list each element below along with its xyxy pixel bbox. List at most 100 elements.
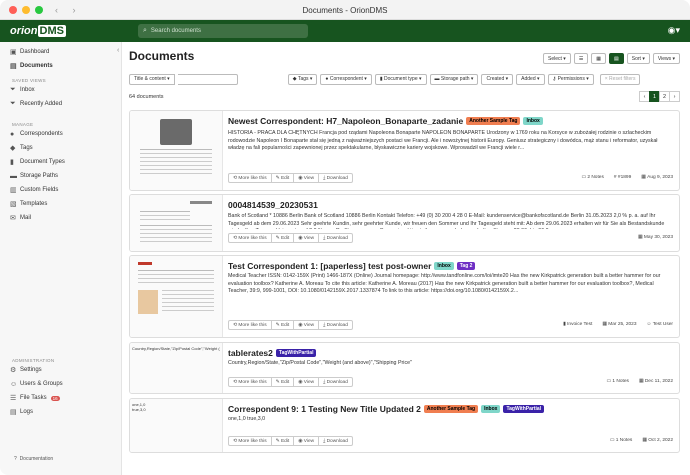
meta-item: ☺ Test User	[646, 322, 674, 327]
tag-badge[interactable]: Inbox	[523, 117, 543, 125]
documentation-link[interactable]: ? Documentation	[14, 456, 53, 462]
global-search-input[interactable]: ⌕ Search documents	[138, 24, 308, 38]
document-card[interactable]: Country,Region/State,"Zip/Postal Code","…	[129, 342, 680, 394]
more-like-this-button[interactable]: ⟲ More like this	[228, 233, 272, 243]
sidebar-item-custom-fields[interactable]: ▥ Custom Fields	[0, 183, 121, 197]
tag-badge[interactable]: Inbox	[481, 405, 501, 413]
tag-badge[interactable]: TagWithPartial	[275, 349, 317, 357]
view-button[interactable]: ◉ View	[293, 173, 320, 183]
document-card[interactable]: one,1,0 true,3,0 Correspondent 9: 1 Testi…	[129, 398, 680, 453]
document-title[interactable]: Newest Correspondent: H7_Napoleon_Bonapa…	[228, 116, 463, 126]
more-like-this-button[interactable]: ⟲ More like this	[228, 377, 272, 387]
sidebar-item-correspondents[interactable]: ● Correspondents	[0, 127, 121, 141]
document-type-filter[interactable]: ▮ Document type ▾	[374, 73, 427, 85]
document-metadata: ▭ 1 Notes ▦ Dec 11, 2022	[607, 379, 673, 384]
sidebar-item-label: Storage Paths	[20, 173, 59, 179]
tag-badge[interactable]: Tag 2	[456, 262, 476, 270]
file-icon: ▮	[10, 159, 14, 166]
sidebar-item-settings[interactable]: ⚙ Settings	[0, 363, 121, 377]
document-thumbnail[interactable]: one,1,0 true,3,0	[130, 399, 223, 452]
download-button[interactable]: ⤓ Download	[318, 377, 353, 387]
sidebar-item-label: Recently Added	[20, 101, 63, 107]
template-icon: ▧	[10, 201, 17, 208]
view-button[interactable]: ◉ View	[293, 436, 320, 446]
sidebar-item-documents[interactable]: ▤ Documents	[0, 59, 121, 73]
more-like-this-button[interactable]: ⟲ More like this	[228, 173, 272, 183]
edit-button[interactable]: ✎ Edit	[270, 436, 295, 446]
file-icon: ▮	[379, 76, 383, 82]
document-card[interactable]: Newest Correspondent: H7_Napoleon_Bonapa…	[129, 110, 680, 191]
document-title-row: Correspondent 9: 1 Testing New Title Upd…	[228, 404, 545, 414]
sidebar-item-storage-paths[interactable]: ▬ Storage Paths	[0, 169, 121, 183]
correspondent-filter[interactable]: ● Correspondent ▾	[320, 73, 372, 85]
help-icon: ?	[14, 456, 17, 462]
download-button[interactable]: ⤓ Download	[318, 233, 353, 243]
sidebar-item-label: Document Types	[20, 159, 65, 165]
search-placeholder: Search documents	[150, 28, 201, 34]
folder-icon: ▬	[434, 76, 440, 82]
document-content-preview: HISTORIA - PRACA DLA CHĘTNYCH Francja po…	[228, 130, 658, 151]
added-filter[interactable]: Added ▾	[516, 73, 545, 85]
tag-badge[interactable]: TagWithPartial	[503, 405, 545, 413]
tags-filter[interactable]: ◆ Tags ▾	[287, 73, 318, 85]
filter-text-input[interactable]	[177, 73, 238, 85]
sidebar-item-tags[interactable]: ◆ Tags	[0, 141, 121, 155]
document-card[interactable]: Test Correspondent 1: [paperless] test p…	[129, 255, 680, 338]
document-title[interactable]: 0004814539_20230531	[228, 200, 318, 210]
document-thumbnail[interactable]	[130, 256, 223, 337]
view-button[interactable]: ◉ View	[293, 320, 320, 330]
tasks-icon: ☰	[10, 395, 17, 402]
edit-button[interactable]: ✎ Edit	[270, 233, 295, 243]
document-content-preview: Country,Region/State,"Zip/Postal Code","…	[228, 360, 412, 366]
document-title-row: 0004814539_20230531	[228, 200, 318, 210]
edit-button[interactable]: ✎ Edit	[270, 377, 295, 387]
download-button[interactable]: ⤓ Download	[318, 436, 353, 446]
storage-path-filter[interactable]: ▬ Storage path ▾	[429, 73, 479, 85]
sidebar-item-document-types[interactable]: ▮ Document Types	[0, 155, 121, 169]
document-title[interactable]: Correspondent 9: 1 Testing New Title Upd…	[228, 404, 421, 414]
sidebar-item-file-tasks[interactable]: ☰ File Tasks 16	[0, 391, 121, 405]
next-page-button[interactable]: ›	[669, 91, 680, 102]
small-cards-view-icon[interactable]: ▦	[591, 53, 607, 64]
edit-button[interactable]: ✎ Edit	[270, 320, 295, 330]
select-button[interactable]: Select ▾	[543, 53, 571, 64]
edit-button[interactable]: ✎ Edit	[270, 173, 295, 183]
sidebar-item-recently-added[interactable]: ⏷ Recently Added	[0, 97, 121, 111]
app-logo[interactable]: orion DMS	[10, 25, 70, 37]
views-button[interactable]: Views ▾	[652, 53, 680, 64]
tag-badge[interactable]: Another Sample Tag	[466, 117, 521, 125]
document-title[interactable]: tablerates2	[228, 348, 273, 358]
document-thumbnail[interactable]	[130, 111, 223, 190]
reset-filters-button[interactable]: × Reset filters	[599, 73, 641, 85]
tag-badge[interactable]: Another Sample Tag	[423, 405, 479, 413]
large-cards-view-icon[interactable]: ▤	[609, 53, 624, 64]
permissions-filter[interactable]: ⚷ Permissions ▾	[547, 73, 594, 85]
tag-badge[interactable]: Inbox	[434, 262, 454, 270]
created-filter[interactable]: Created ▾	[481, 73, 514, 85]
sort-button[interactable]: Sort ▾	[626, 53, 650, 64]
download-button[interactable]: ⤓ Download	[318, 320, 353, 330]
sidebar-item-label: Templates	[20, 201, 48, 207]
download-button[interactable]: ⤓ Download	[318, 173, 353, 183]
user-circle-icon[interactable]: ◉▾	[668, 25, 680, 36]
sidebar-item-mail[interactable]: ✉ Mail	[0, 211, 121, 225]
table-view-icon[interactable]: ☰	[573, 53, 589, 64]
collapse-sidebar-icon[interactable]: ‹	[117, 47, 119, 54]
document-title[interactable]: Test Correspondent 1: [paperless] test p…	[228, 261, 431, 271]
sidebar-item-logs[interactable]: ▤ Logs	[0, 405, 121, 419]
document-card[interactable]: 0004814539_20230531 Bank of Scotland * 10…	[129, 194, 680, 252]
document-thumbnail[interactable]	[130, 195, 223, 251]
meta-item: ▦ Mar 25, 2023	[602, 322, 637, 327]
document-thumbnail[interactable]: Country,Region/State,"Zip/Postal Code","…	[130, 343, 223, 393]
view-button[interactable]: ◉ View	[293, 377, 320, 387]
document-metadata: ▦ May 30, 2023	[638, 235, 673, 240]
more-like-this-button[interactable]: ⟲ More like this	[228, 436, 272, 446]
sidebar-item-templates[interactable]: ▧ Templates	[0, 197, 121, 211]
title-content-dropdown[interactable]: Title & content ▾	[129, 73, 175, 85]
more-like-this-button[interactable]: ⟲ More like this	[228, 320, 272, 330]
sidebar-item-inbox[interactable]: ⏷ Inbox	[0, 83, 121, 97]
sidebar-item-dashboard[interactable]: ▣ Dashboard	[0, 45, 121, 59]
sidebar-item-users-groups[interactable]: ☺ Users & Groups	[0, 377, 121, 391]
funnel-icon: ⏷	[10, 86, 16, 93]
view-button[interactable]: ◉ View	[293, 233, 320, 243]
